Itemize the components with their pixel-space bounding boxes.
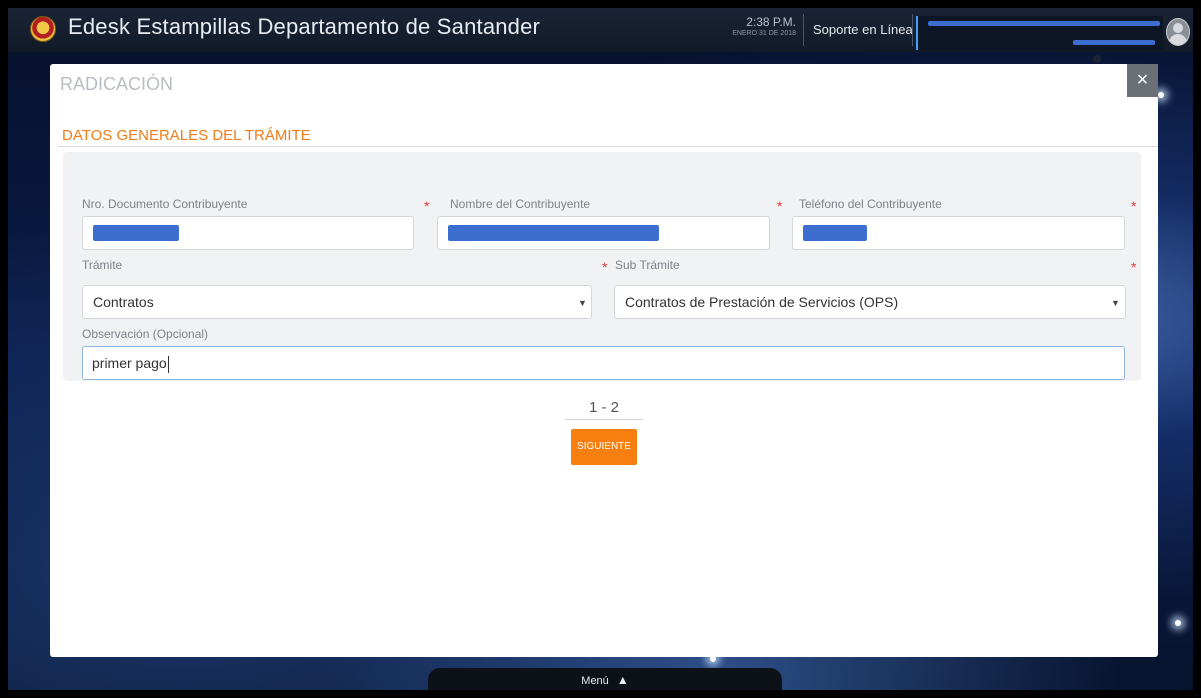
required-mark: * (777, 198, 783, 214)
observation-input[interactable]: primer pago (82, 346, 1125, 380)
background-star (1158, 92, 1164, 98)
redacted-phone (803, 225, 867, 241)
required-mark: * (1131, 198, 1137, 214)
name-field[interactable] (437, 216, 770, 250)
close-button[interactable]: × (1127, 64, 1158, 97)
user-avatar-icon[interactable] (1166, 18, 1190, 46)
avatar-head (1173, 23, 1183, 33)
required-mark: * (424, 198, 430, 214)
observation-label: Observación (Opcional) (82, 327, 209, 341)
next-button[interactable]: SIGUIENTE (571, 429, 637, 465)
chevron-down-icon: ▼ (1111, 298, 1120, 308)
background-star (1175, 620, 1181, 626)
background-planet (1093, 55, 1101, 63)
redacted-user-name (928, 21, 1160, 26)
required-mark: * (602, 259, 608, 275)
page-indicator: 1 - 2 (565, 399, 643, 420)
tramite-select[interactable]: Contratos ▼ (82, 285, 592, 319)
tramite-label: Trámite (82, 258, 123, 272)
subtramite-label: Sub Trámite (615, 258, 680, 272)
screen: Edesk Estampillas Departamento de Santan… (8, 8, 1193, 690)
clock: 2:38 P.M. ENERO 31 DE 2018 (708, 15, 796, 39)
clock-time: 2:38 P.M. (746, 15, 796, 29)
redacted-doc-number (93, 225, 179, 241)
doc-number-label: Nro. Documento Contribuyente (82, 197, 248, 211)
subtramite-select[interactable]: Contratos de Prestación de Servicios (OP… (614, 285, 1126, 319)
app-title: Edesk Estampillas Departamento de Santan… (68, 14, 541, 39)
top-bar: Edesk Estampillas Departamento de Santan… (8, 8, 1193, 52)
name-label: Nombre del Contribuyente (450, 197, 591, 211)
user-info-box[interactable] (916, 16, 1163, 50)
section-title: DATOS GENERALES DEL TRÁMITE (62, 127, 311, 144)
phone-label: Teléfono del Contribuyente (799, 197, 942, 211)
divider (803, 14, 804, 46)
coat-of-arms-logo (30, 16, 56, 42)
required-mark: * (1131, 259, 1137, 275)
text-cursor (167, 355, 169, 373)
triangle-up-icon: ▲ (616, 673, 629, 687)
menu-label: Menú (581, 675, 609, 687)
redacted-user-role (1073, 40, 1155, 45)
tramite-select-value: Contratos (82, 285, 592, 319)
support-online-link[interactable]: Soporte en Línea (813, 22, 913, 37)
chevron-down-icon: ▼ (578, 298, 587, 308)
bottom-menu-tab[interactable]: Menú ▲ (428, 668, 782, 690)
clock-date: ENERO 31 DE 2018 (732, 30, 796, 37)
modal-title: RADICACIÓN (60, 74, 174, 94)
section-divider (58, 146, 1158, 147)
radicacion-modal: RADICACIÓN × DATOS GENERALES DEL TRÁMITE… (50, 64, 1158, 657)
avatar-body (1169, 34, 1187, 45)
doc-number-field[interactable] (82, 216, 414, 250)
observation-value: primer pago (92, 355, 167, 371)
subtramite-select-value: Contratos de Prestación de Servicios (OP… (614, 285, 1126, 319)
redacted-name (448, 225, 659, 241)
divider (912, 14, 913, 46)
phone-field[interactable] (792, 216, 1125, 250)
